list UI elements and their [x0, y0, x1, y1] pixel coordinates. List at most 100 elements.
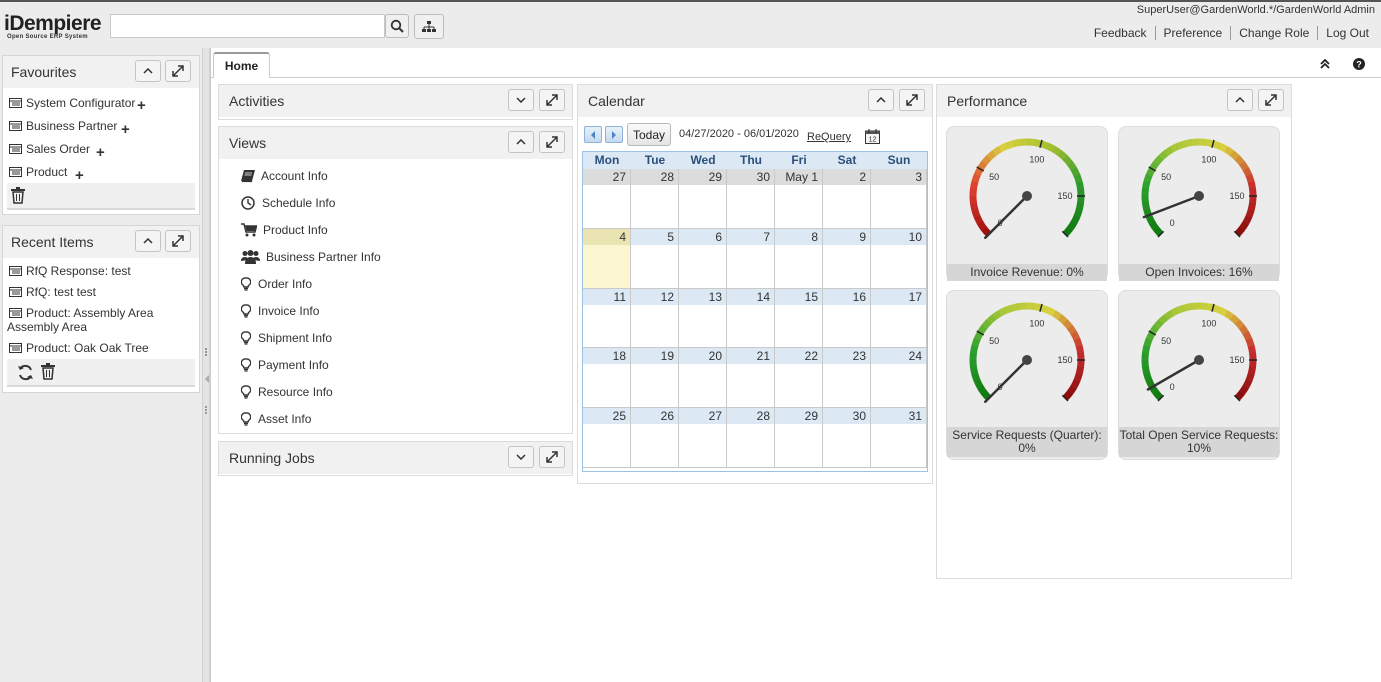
calendar-day-cell[interactable]: 6 — [679, 228, 727, 289]
calendar-day-cell[interactable]: 8 — [775, 228, 823, 289]
calendar-day-cell[interactable]: 20 — [679, 348, 727, 409]
calendar-day-cell[interactable]: 13 — [679, 288, 727, 349]
gauge-hub — [1194, 191, 1204, 201]
calendar-day-cell[interactable]: 7 — [727, 228, 775, 289]
add-icon[interactable]: + — [137, 98, 146, 113]
invoice-revenue-gauge[interactable]: 050100150 Invoice Revenue: 0% — [946, 126, 1108, 281]
calendar-day-cell[interactable]: 15 — [775, 288, 823, 349]
idempiere-logo[interactable]: iDempiere Open Source ERP System — [4, 13, 102, 41]
add-icon[interactable]: + — [96, 145, 105, 160]
calendar-day-cell[interactable]: 30 — [823, 408, 871, 468]
recent-item[interactable]: RfQ: test test — [9, 285, 96, 299]
calendar-requery-link[interactable]: ReQuery — [807, 131, 851, 143]
maximize-button[interactable] — [539, 89, 565, 111]
add-icon[interactable]: + — [121, 122, 130, 137]
favourite-item[interactable]: Sales Order — [9, 142, 90, 156]
preference-link[interactable]: Preference — [1154, 26, 1231, 40]
help-icon[interactable]: ? — [1353, 58, 1365, 70]
gauge-arc-segment — [1176, 304, 1187, 314]
collapse-button[interactable] — [1227, 89, 1253, 111]
calendar-day-cell[interactable]: 22 — [775, 348, 823, 409]
favourite-item[interactable]: Business Partner — [9, 119, 117, 133]
view-resource-info[interactable]: Resource Info — [241, 385, 333, 399]
calendar-day-cell[interactable]: 2 — [823, 169, 871, 229]
calendar-today-button[interactable]: Today — [627, 123, 671, 146]
search-button[interactable] — [385, 14, 409, 38]
calendar-day-cell[interactable]: 29 — [775, 408, 823, 468]
collapse-button[interactable] — [868, 89, 894, 111]
calendar-day-cell[interactable]: 28 — [727, 408, 775, 468]
maximize-button[interactable] — [165, 230, 191, 252]
calendar-day-cell[interactable]: 11 — [583, 288, 631, 349]
calendar-day-cell[interactable]: 21 — [727, 348, 775, 409]
calendar-day-cell[interactable]: 27 — [583, 169, 631, 229]
collapse-button[interactable] — [508, 131, 534, 153]
global-search-input[interactable] — [110, 14, 385, 38]
calendar-day-cell[interactable]: 24 — [871, 348, 927, 409]
recent-item[interactable]: Product: Oak Oak Tree — [9, 341, 149, 355]
view-shipment-info[interactable]: Shipment Info — [241, 331, 332, 345]
recent-item[interactable]: Product: Assembly Area Assembly Area — [7, 306, 197, 334]
calendar-day-cell[interactable]: 25 — [583, 408, 631, 468]
calendar-day-cell[interactable]: 27 — [679, 408, 727, 468]
change-role-link[interactable]: Change Role — [1230, 26, 1317, 40]
expand-button[interactable] — [508, 446, 534, 468]
view-payment-info[interactable]: Payment Info — [241, 358, 329, 372]
feedback-link[interactable]: Feedback — [1086, 26, 1155, 40]
service-requests-quarter-gauge[interactable]: 050100150 Service Requests (Quarter): 0% — [946, 290, 1108, 460]
calendar-day-cell[interactable]: May 1 — [775, 169, 823, 229]
open-invoices-gauge[interactable]: 0 50 100 150 Open Invoices: 16% — [1118, 126, 1280, 281]
calendar-day-cell[interactable]: 4 — [583, 228, 631, 289]
maximize-button[interactable] — [899, 89, 925, 111]
tab-home[interactable]: Home — [213, 52, 270, 78]
calendar-day-number: 29 — [708, 170, 722, 184]
calendar-day-cell[interactable]: 28 — [631, 169, 679, 229]
logout-link[interactable]: Log Out — [1317, 26, 1377, 40]
calendar-day-cell[interactable]: 31 — [871, 408, 927, 468]
calendar-day-cell[interactable]: 14 — [727, 288, 775, 349]
trash-icon[interactable] — [41, 363, 55, 380]
calendar-day-cell[interactable]: 23 — [823, 348, 871, 409]
calendar-day-cell[interactable]: 17 — [871, 288, 927, 349]
calendar-day-cell[interactable]: 16 — [823, 288, 871, 349]
maximize-button[interactable] — [1258, 89, 1284, 111]
west-splitter[interactable] — [202, 48, 210, 682]
calendar-day-cell[interactable]: 9 — [823, 228, 871, 289]
view-account-info[interactable]: Account Info — [241, 169, 328, 183]
menu-tree-button[interactable] — [414, 14, 444, 39]
collapse-button[interactable] — [135, 60, 161, 82]
trash-icon[interactable] — [11, 187, 25, 204]
expand-button[interactable] — [508, 89, 534, 111]
calendar-day-cell[interactable]: 12 — [631, 288, 679, 349]
calendar-next-button[interactable] — [605, 126, 623, 143]
calendar-day-cell[interactable]: 29 — [679, 169, 727, 229]
view-product-info[interactable]: Product Info — [241, 223, 328, 237]
favourite-item[interactable]: System Configurator — [9, 96, 135, 110]
calendar-day-cell[interactable]: 3 — [871, 169, 927, 229]
calendar-day-cell[interactable]: 30 — [727, 169, 775, 229]
maximize-button[interactable] — [539, 131, 565, 153]
recent-item[interactable]: RfQ Response: test — [9, 264, 131, 278]
calendar-icon[interactable]: 12 — [865, 129, 880, 144]
total-open-service-requests-gauge[interactable]: 0 50 100 150 Total Open Service Requests: 1… — [1118, 290, 1280, 460]
view-asset-info[interactable]: Asset Info — [241, 412, 311, 426]
gauge-arc-segment — [991, 145, 1003, 156]
collapse-button[interactable] — [135, 230, 161, 252]
arrow-left-icon — [591, 130, 595, 139]
calendar-day-cell[interactable]: 18 — [583, 348, 631, 409]
calendar-day-cell[interactable]: 19 — [631, 348, 679, 409]
calendar-prev-button[interactable] — [584, 126, 602, 143]
view-order-info[interactable]: Order Info — [241, 277, 312, 291]
calendar-day-cell[interactable]: 5 — [631, 228, 679, 289]
favourite-item[interactable]: Product — [9, 165, 67, 179]
calendar-day-cell[interactable]: 26 — [631, 408, 679, 468]
view-business-partner-info[interactable]: Business Partner Info — [241, 250, 381, 264]
view-schedule-info[interactable]: Schedule Info — [241, 196, 335, 210]
refresh-icon[interactable] — [17, 364, 34, 381]
add-icon[interactable]: + — [75, 168, 84, 183]
view-invoice-info[interactable]: Invoice Info — [241, 304, 319, 318]
double-chevron-up-icon[interactable] — [1320, 59, 1330, 69]
calendar-day-cell[interactable]: 10 — [871, 228, 927, 289]
maximize-button[interactable] — [165, 60, 191, 82]
maximize-button[interactable] — [539, 446, 565, 468]
